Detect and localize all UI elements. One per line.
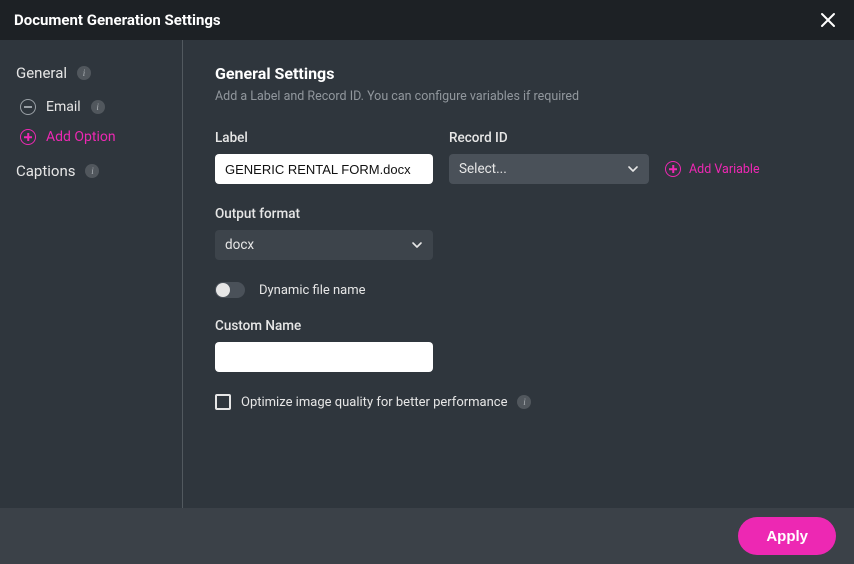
plus-circle-icon bbox=[665, 161, 681, 177]
row-label-record: Label Record ID Select... Add Variable bbox=[215, 130, 822, 184]
dynamic-filename-toggle[interactable] bbox=[215, 282, 245, 298]
section-subtitle: Add a Label and Record ID. You can confi… bbox=[215, 89, 822, 104]
custom-name-input[interactable] bbox=[215, 342, 433, 372]
add-variable-label: Add Variable bbox=[689, 162, 760, 177]
add-variable-button[interactable]: Add Variable bbox=[665, 154, 760, 184]
info-icon: i bbox=[91, 100, 105, 114]
sidebar-item-label: Captions bbox=[16, 162, 75, 180]
toggle-row-dynamic-filename: Dynamic file name bbox=[215, 282, 822, 298]
chevron-down-icon bbox=[411, 239, 423, 251]
sidebar: General i Email i Add Option Captions i bbox=[0, 40, 183, 508]
sidebar-item-email[interactable]: Email i bbox=[16, 92, 166, 122]
info-icon: i bbox=[517, 395, 531, 409]
label-input[interactable] bbox=[215, 154, 433, 184]
custom-name-field-label: Custom Name bbox=[215, 318, 822, 334]
record-id-select[interactable]: Select... bbox=[449, 154, 649, 184]
output-format-field-label: Output format bbox=[215, 206, 822, 222]
sidebar-item-captions[interactable]: Captions i bbox=[16, 162, 166, 190]
minus-circle-icon bbox=[20, 99, 36, 115]
sidebar-item-label: Add Option bbox=[46, 129, 116, 145]
modal-title: Document Generation Settings bbox=[14, 11, 221, 29]
toggle-knob bbox=[216, 283, 230, 297]
field-label: Label bbox=[215, 130, 433, 184]
sidebar-add-option[interactable]: Add Option bbox=[16, 122, 166, 152]
plus-circle-icon bbox=[20, 129, 36, 145]
modal-header: Document Generation Settings bbox=[0, 0, 854, 40]
optimize-label: Optimize image quality for better perfor… bbox=[241, 395, 507, 410]
row-optimize: Optimize image quality for better perfor… bbox=[215, 394, 822, 410]
record-id-field-label: Record ID bbox=[449, 130, 649, 146]
output-format-value: docx bbox=[225, 237, 254, 253]
section-title: General Settings bbox=[215, 64, 822, 83]
field-custom-name: Custom Name bbox=[215, 318, 822, 372]
output-format-select[interactable]: docx bbox=[215, 230, 433, 260]
info-icon: i bbox=[77, 66, 91, 80]
modal-body: General i Email i Add Option Captions i … bbox=[0, 40, 854, 508]
sidebar-item-label: General bbox=[16, 64, 67, 82]
main-panel: General Settings Add a Label and Record … bbox=[183, 40, 854, 508]
field-record-id: Record ID Select... bbox=[449, 130, 649, 184]
sidebar-item-general[interactable]: General i bbox=[16, 64, 166, 92]
chevron-down-icon bbox=[627, 163, 639, 175]
optimize-checkbox[interactable] bbox=[215, 394, 231, 410]
record-id-value: Select... bbox=[459, 161, 507, 177]
info-icon: i bbox=[85, 164, 99, 178]
label-field-label: Label bbox=[215, 130, 433, 146]
sidebar-item-label: Email bbox=[46, 99, 81, 115]
close-icon bbox=[820, 12, 836, 28]
modal-footer: Apply bbox=[0, 508, 854, 564]
modal: Document Generation Settings General i E… bbox=[0, 0, 854, 564]
dynamic-filename-label: Dynamic file name bbox=[259, 283, 366, 298]
field-output-format: Output format docx bbox=[215, 206, 822, 260]
apply-button[interactable]: Apply bbox=[738, 517, 836, 555]
close-button[interactable] bbox=[816, 8, 840, 32]
